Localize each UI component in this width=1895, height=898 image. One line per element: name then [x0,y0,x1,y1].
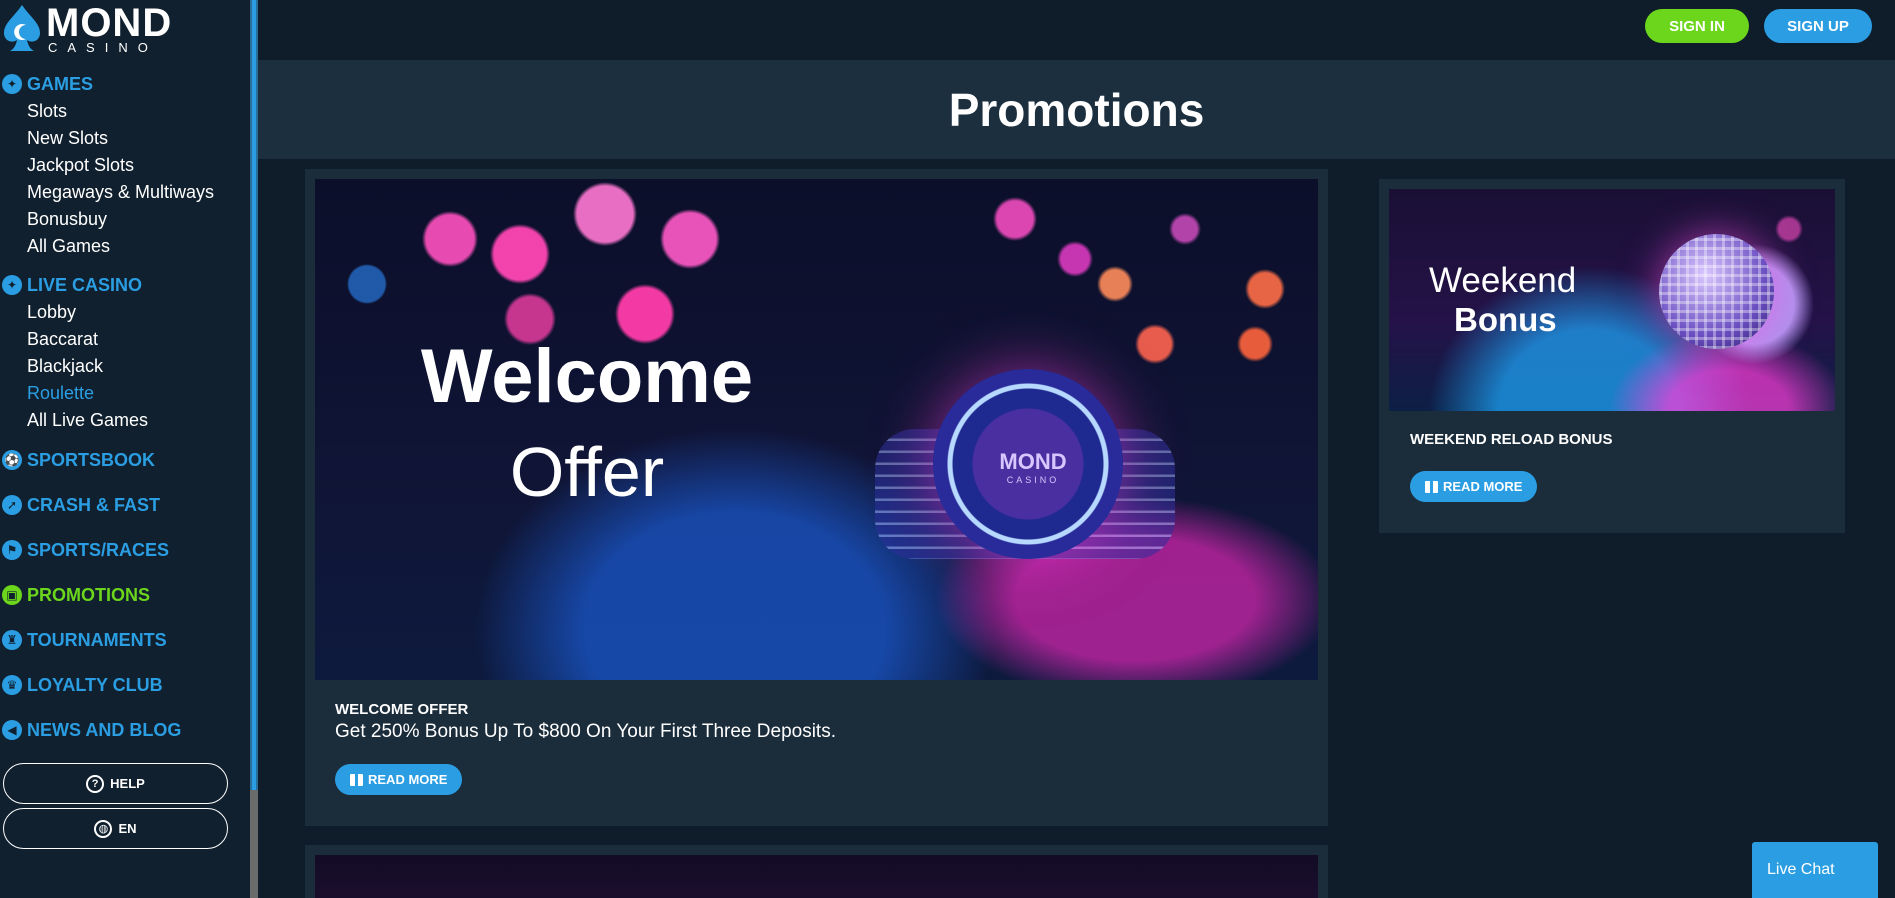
nav-item-jackpot-slots[interactable]: Jackpot Slots [0,152,250,179]
nav-item-megaways[interactable]: Megaways & Multiways [0,179,250,206]
sportsbook-icon: ⚽ [2,450,22,470]
promo-description: Get 250% Bonus Up To $800 On Your First … [335,721,836,742]
sign-up-button[interactable]: SIGN UP [1764,9,1872,43]
read-more-button[interactable]: READ MORE [1410,471,1538,502]
nav-item-slots[interactable]: Slots [0,98,250,125]
banner-title: Weekend [1429,261,1577,300]
nav-item-new-slots[interactable]: New Slots [0,125,250,152]
promo-card-weekend: Weekend Bonus WEEKEND RELOAD BONUS READ … [1379,179,1845,533]
nav-section-news-blog[interactable]: ◀ NEWS AND BLOG [0,716,250,744]
sign-in-button[interactable]: SIGN IN [1645,9,1749,43]
nav-section-sports-races[interactable]: ⚑ SPORTS/RACES [0,536,250,564]
promo-kicker: WELCOME OFFER [335,701,469,718]
chip-logo-sub: CASINO [1006,475,1060,485]
sidebar: MOND CASINO ✦ GAMES Slots New Slots Jack… [0,0,250,898]
games-icon: ✦ [2,74,22,94]
logo-wordmark: MOND [46,0,173,45]
nav-item-lobby[interactable]: Lobby [0,299,250,326]
promo-card-welcome: MOND CASINO Welcome Offer WELCOME OFFER … [305,169,1328,826]
nav-item-bonusbuy[interactable]: Bonusbuy [0,206,250,233]
nav-section-loyalty-club[interactable]: ♛ LOYALTY CLUB [0,671,250,699]
title-bar: Promotions [258,60,1895,159]
banner-subtitle: Bonus [1454,301,1557,338]
nav-section-label: LOYALTY CLUB [27,674,163,695]
language-label: EN [118,821,137,836]
nav-section-label: PROMOTIONS [27,584,151,605]
help-label: HELP [110,776,145,791]
globe-icon: ◍ [94,819,113,838]
nav-section-label: SPORTSBOOK [27,449,156,470]
read-more-button[interactable]: READ MORE [335,764,463,795]
nav-item-baccarat[interactable]: Baccarat [0,326,250,353]
brand-logo[interactable]: MOND CASINO [2,0,172,56]
sidebar-scrollbar-thumb[interactable] [250,790,258,898]
rocket-icon: ➚ [2,495,22,515]
promo-card-next [305,845,1328,898]
megaphone-icon: ◀ [2,720,22,740]
promo-banner-next[interactable] [315,855,1318,898]
question-icon: ? [86,774,105,793]
nav-section-sportsbook[interactable]: ⚽ SPORTSBOOK [0,446,250,474]
gift-icon: ▣ [2,585,22,605]
banner-subtitle: Offer [509,433,665,511]
read-more-label: READ MORE [1443,479,1523,494]
gift-icon [1425,480,1438,493]
nav-section-games[interactable]: ✦ GAMES [0,70,250,98]
nav-item-blackjack[interactable]: Blackjack [0,353,250,380]
live-casino-icon: ✦ [2,275,22,295]
races-icon: ⚑ [2,540,22,560]
live-chat-button[interactable]: Live Chat [1752,842,1878,898]
chip-logo: MOND CASINO [993,449,1073,485]
promo-banner-welcome[interactable]: MOND CASINO Welcome Offer [315,179,1318,680]
sidebar-nav: ✦ GAMES Slots New Slots Jackpot Slots Me… [0,70,250,744]
spade-moon-icon [4,5,40,51]
crown-icon: ♛ [2,675,22,695]
nav-section-label: CRASH & FAST [27,494,161,515]
help-button[interactable]: ? HELP [3,763,228,804]
nav-section-label: SPORTS/RACES [27,539,170,560]
promo-kicker: WEEKEND RELOAD BONUS [1410,431,1613,448]
sidebar-divider [252,0,256,898]
chip-logo-word: MOND [999,449,1067,474]
nav-section-label: GAMES [27,73,94,94]
nav-section-label: LIVE CASINO [27,274,143,295]
nav-section-live-casino[interactable]: ✦ LIVE CASINO [0,271,250,299]
nav-item-all-games[interactable]: All Games [0,233,250,260]
page-title: Promotions [948,83,1205,136]
banner-title: Welcome [420,334,754,419]
language-button[interactable]: ◍ EN [3,808,228,849]
nav-section-label: TOURNAMENTS [27,629,167,650]
nav-section-crash-fast[interactable]: ➚ CRASH & FAST [0,491,250,519]
nav-item-all-live-games[interactable]: All Live Games [0,407,250,434]
gift-icon [350,773,363,786]
nav-section-label: NEWS AND BLOG [27,719,182,740]
read-more-label: READ MORE [368,772,448,787]
nav-item-roulette[interactable]: Roulette [0,380,250,407]
trophy-icon: ♜ [2,630,22,650]
disco-ball-image [1659,234,1774,349]
promo-banner-weekend[interactable]: Weekend Bonus [1389,189,1835,411]
logo-subtitle: CASINO [48,39,158,55]
nav-section-promotions[interactable]: ▣ PROMOTIONS [0,581,250,609]
nav-section-tournaments[interactable]: ♜ TOURNAMENTS [0,626,250,654]
